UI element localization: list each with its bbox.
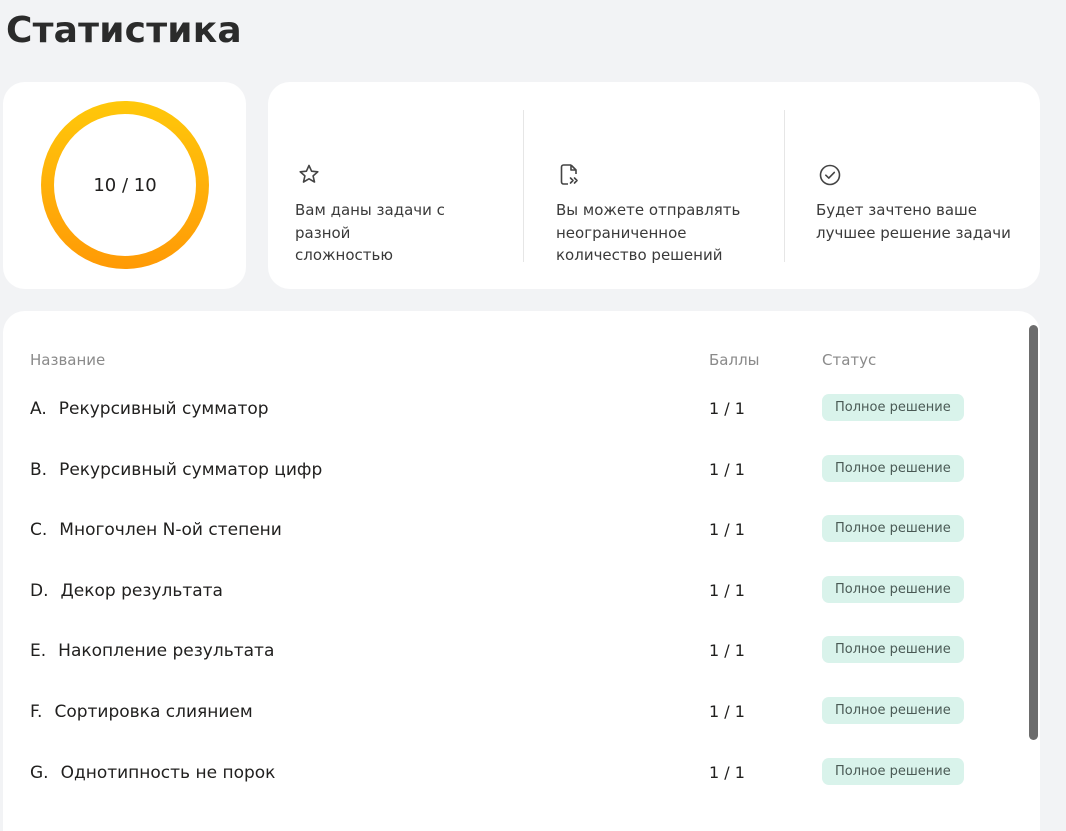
column-header-name: Название: [30, 351, 106, 369]
task-link[interactable]: B. Рекурсивный сумматор цифр: [30, 460, 322, 480]
table-row[interactable]: A. Рекурсивный сумматор 1 / 1 Полное реше…: [3, 391, 1003, 431]
task-link[interactable]: C. Многочлен N-ой степени: [30, 520, 282, 540]
score-progress-ring: 10 / 10: [41, 101, 209, 269]
info-item-submissions: Вы можете отправлять неограниченное коли…: [524, 82, 784, 289]
check-circle-icon: [817, 162, 843, 188]
scrollbar-thumb[interactable]: [1029, 325, 1038, 740]
table-row[interactable]: E. Накопление результата 1 / 1 Полное реш…: [3, 633, 1003, 673]
status-badge: Полное решение: [822, 455, 964, 482]
table-row[interactable]: C. Многочлен N-ой степени 1 / 1 Полное ре…: [3, 512, 1003, 552]
info-text-submissions: Вы можете отправлять неограниченное коли…: [556, 201, 741, 264]
task-score: 1 / 1: [709, 641, 745, 660]
table-row[interactable]: D. Декор результата 1 / 1 Полное решение: [3, 573, 1003, 613]
status-badge: Полное решение: [822, 758, 964, 785]
star-icon: [296, 162, 322, 188]
tasks-table: Название Баллы Статус A. Рекурсивный сумм…: [3, 311, 1040, 831]
page-title: Статистика: [6, 10, 242, 51]
info-text-best-solution: Будет зачтено ваше лучшее решение задачи: [816, 201, 1011, 242]
task-score: 1 / 1: [709, 399, 745, 418]
status-badge: Полное решение: [822, 515, 964, 542]
status-badge: Полное решение: [822, 697, 964, 724]
status-badge: Полное решение: [822, 394, 964, 421]
task-link[interactable]: A. Рекурсивный сумматор: [30, 399, 269, 419]
task-score: 1 / 1: [709, 460, 745, 479]
task-link[interactable]: D. Декор результата: [30, 581, 223, 601]
column-header-status: Статус: [822, 351, 877, 369]
task-link[interactable]: F. Сортировка слиянием: [30, 702, 253, 722]
task-score: 1 / 1: [709, 702, 745, 721]
status-badge: Полное решение: [822, 576, 964, 603]
status-badge: Полное решение: [822, 636, 964, 663]
score-card: 10 / 10: [3, 82, 246, 289]
task-link[interactable]: G. Однотипность не порок: [30, 763, 275, 783]
column-header-score: Баллы: [709, 351, 760, 369]
score-value: 10 / 10: [93, 174, 157, 196]
info-card: Вам даны задачи с разной сложностью Вы м…: [268, 82, 1040, 289]
file-send-icon: [556, 162, 582, 188]
info-item-difficulty: Вам даны задачи с разной сложностью: [268, 82, 523, 289]
task-score: 1 / 1: [709, 520, 745, 539]
info-text-difficulty: Вам даны задачи с разной сложностью: [295, 201, 445, 264]
table-row[interactable]: G. Однотипность не порок 1 / 1 Полное реш…: [3, 755, 1003, 795]
task-link[interactable]: E. Накопление результата: [30, 641, 274, 661]
task-score: 1 / 1: [709, 763, 745, 782]
table-row[interactable]: F. Сортировка слиянием 1 / 1 Полное решен…: [3, 694, 1003, 734]
info-item-best-solution: Будет зачтено ваше лучшее решение задачи: [785, 82, 1040, 289]
score-ring-center: 10 / 10: [54, 114, 196, 256]
table-row[interactable]: B. Рекурсивный сумматор цифр 1 / 1 Полное…: [3, 452, 1003, 492]
task-score: 1 / 1: [709, 581, 745, 600]
